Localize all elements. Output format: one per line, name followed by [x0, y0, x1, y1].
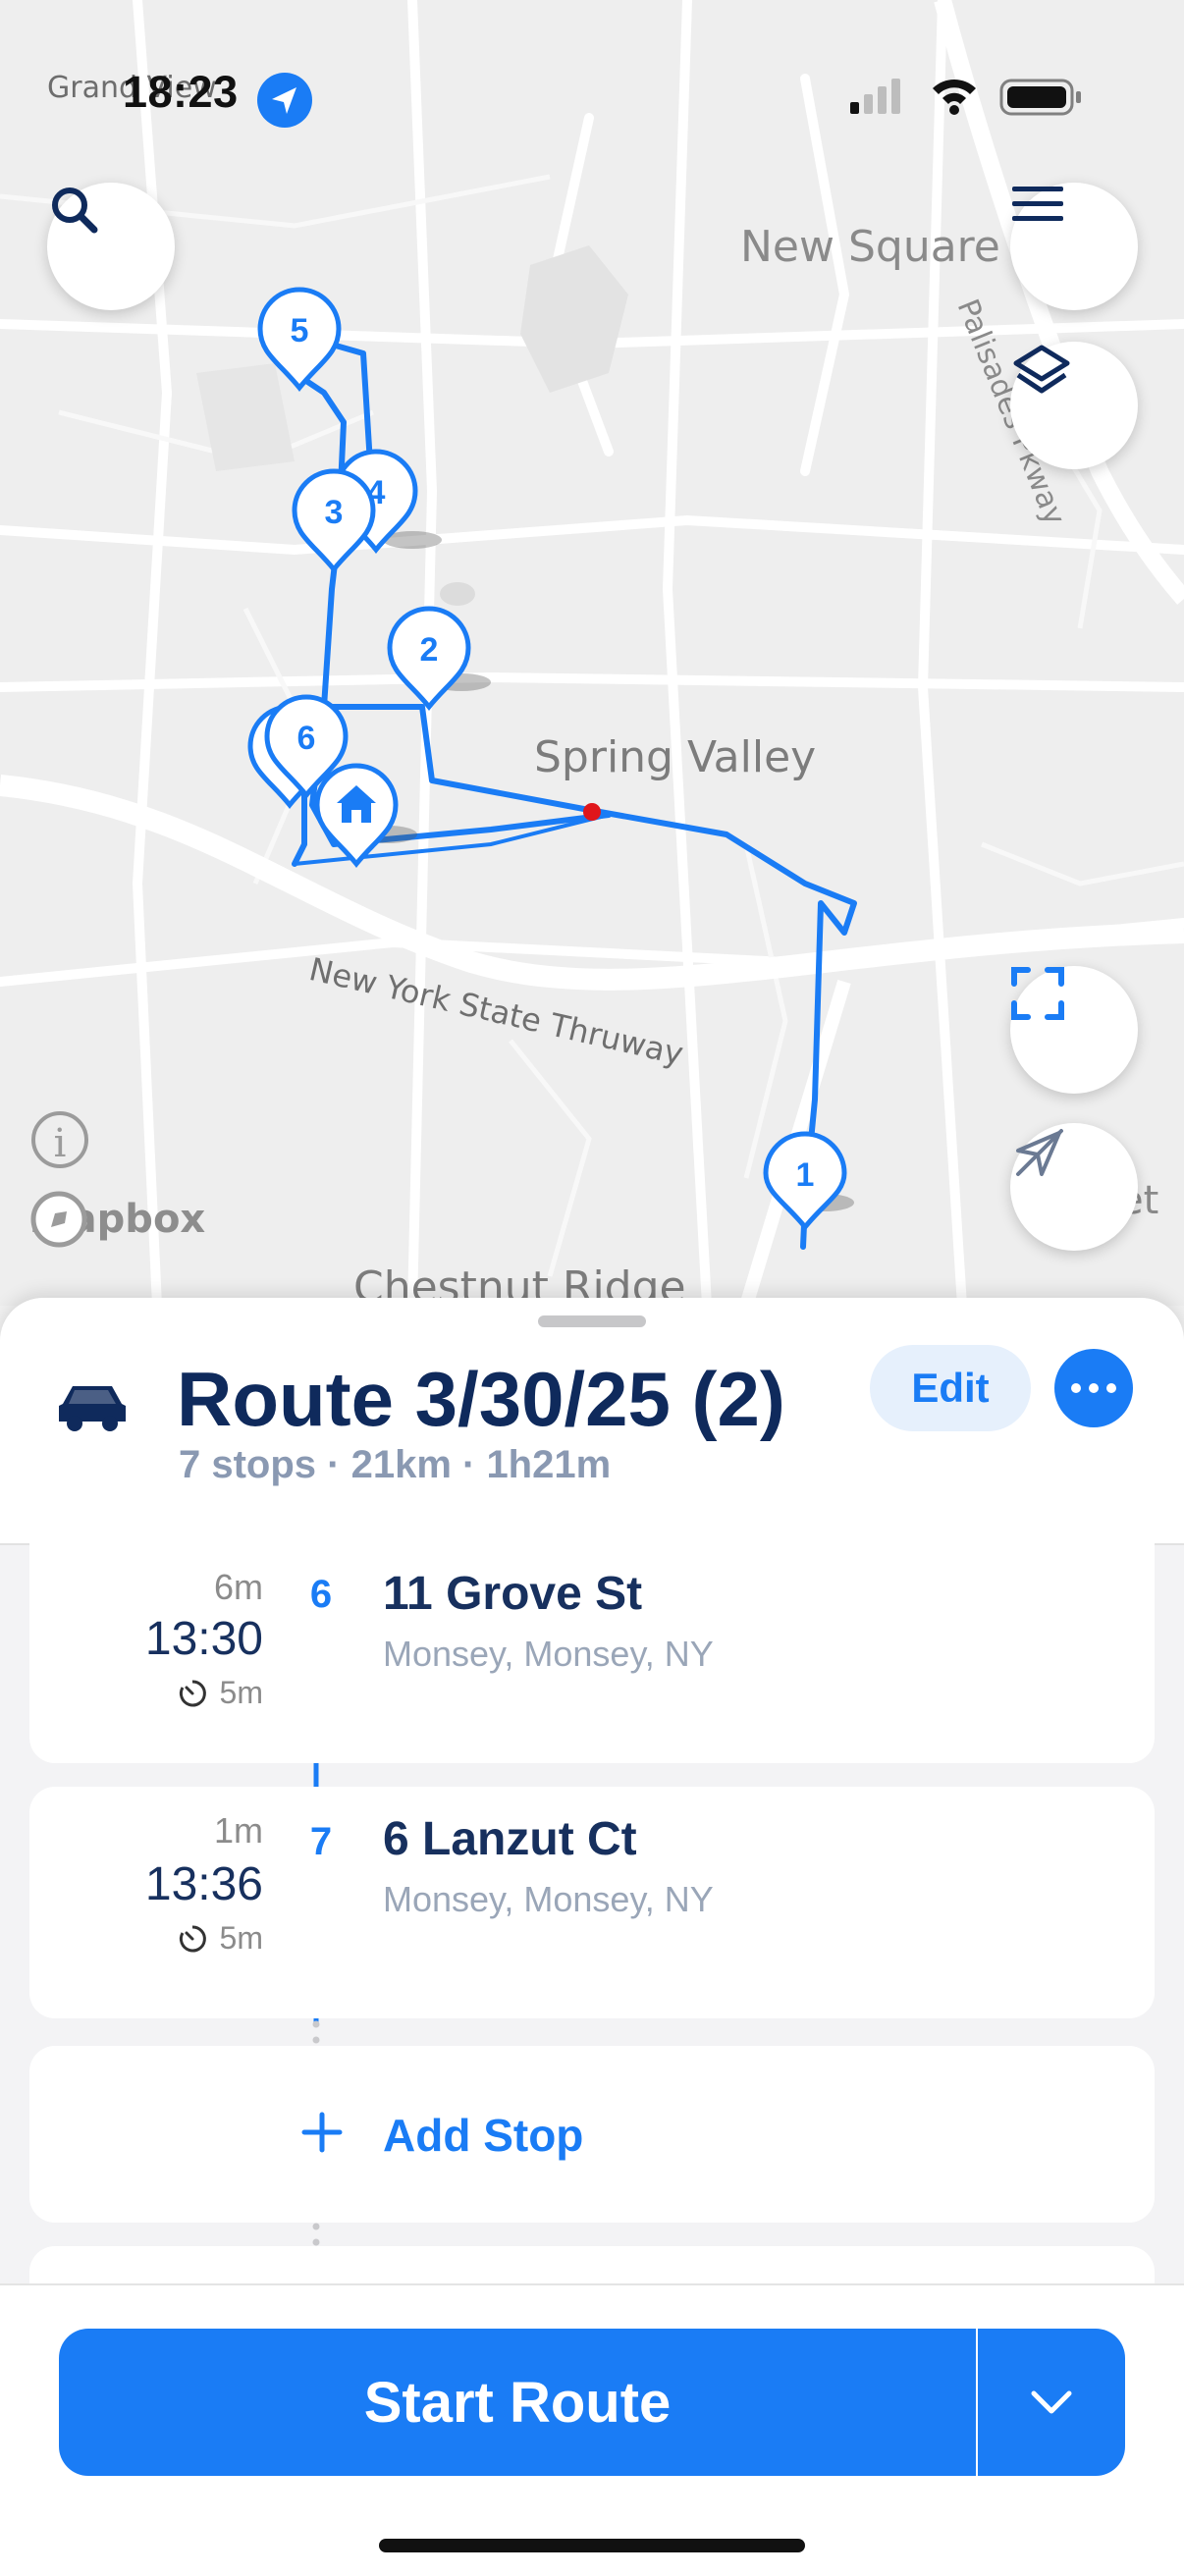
plus-icon	[301, 2112, 343, 2153]
status-time: 18:23	[123, 67, 239, 117]
eta-time: 13:30	[144, 1613, 263, 1665]
edit-route-button[interactable]: Edit	[870, 1345, 1031, 1431]
service-time-label: 5m	[219, 1920, 263, 1956]
home-marker[interactable]	[314, 763, 399, 869]
stop-card-6[interactable]: 6m 13:30 5m 6 11 Grove St Monsey, Monsey…	[29, 1543, 1155, 1763]
add-stop-card[interactable]: Add Stop	[29, 2046, 1155, 2223]
service-time: 5m	[177, 1920, 263, 1957]
drive-time: 6m	[213, 1567, 263, 1607]
start-options-dropdown[interactable]	[978, 2329, 1125, 2476]
status-bar: 18:23	[0, 0, 1184, 196]
stop-marker-label: 5	[291, 312, 309, 349]
stop-marker-label: 6	[297, 720, 316, 757]
recenter-button[interactable]	[1010, 1123, 1138, 1251]
route-summary: 7 stops · 21km · 1h21m	[179, 1443, 612, 1486]
menu-button[interactable]	[1010, 183, 1138, 310]
stop-marker-label: 1	[796, 1156, 815, 1194]
stop-address: Monsey, Monsey, NY	[383, 1879, 714, 1919]
map-label-spring-valley: Spring Valley	[534, 732, 817, 782]
drive-time: 1m	[213, 1810, 263, 1851]
route-header: Route 3/30/25 (2) 7 stops · 21km · 1h21m…	[0, 1298, 1184, 1545]
stop-card-7[interactable]: 1m 13:36 5m 7 6 Lanzut Ct Monsey, Monsey…	[29, 1787, 1155, 2018]
battery-icon	[999, 79, 1081, 116]
sheet-grabber[interactable]	[538, 1315, 646, 1327]
stop-number: 6	[296, 1573, 346, 1617]
map-label-new-square: New Square	[740, 222, 1000, 272]
timer-icon	[179, 1924, 206, 1952]
fit-route-button[interactable]	[1010, 966, 1138, 1094]
more-options-button[interactable]	[1054, 1349, 1133, 1427]
footer-bar: Start Route	[0, 2283, 1184, 2576]
stop-number: 7	[296, 1820, 346, 1864]
eta-time: 13:36	[144, 1858, 263, 1910]
stop-marker-3[interactable]: 3	[292, 468, 376, 574]
service-time-label: 5m	[219, 1675, 263, 1710]
stop-title: 11 Grove St	[383, 1568, 643, 1620]
location-services-icon	[257, 73, 312, 128]
start-route-button[interactable]: Start Route	[59, 2329, 976, 2476]
add-stop-label: Add Stop	[383, 2110, 584, 2161]
search-button[interactable]	[47, 183, 175, 310]
stop-marker-label: 3	[325, 494, 344, 531]
wifi-icon	[933, 80, 976, 115]
mapbox-logo: mapbox	[29, 1190, 205, 1249]
attribution-info-icon[interactable]: i	[31, 1111, 88, 1168]
route-title: Route 3/30/25 (2)	[177, 1356, 785, 1442]
service-time: 5m	[177, 1675, 263, 1711]
cellular-icon	[850, 79, 900, 114]
stop-marker-2[interactable]: 2	[387, 606, 471, 712]
car-icon	[59, 1386, 126, 1431]
timer-icon	[179, 1679, 206, 1706]
recenter-icon	[1016, 1129, 1063, 1176]
stop-marker-label: 2	[420, 631, 439, 669]
more-icon	[1071, 1383, 1116, 1393]
map-layers-button[interactable]	[1010, 342, 1138, 469]
stop-address: Monsey, Monsey, NY	[383, 1634, 714, 1674]
expand-icon	[1011, 967, 1064, 1020]
layers-icon	[1013, 345, 1070, 394]
status-icons	[850, 79, 1081, 116]
home-indicator[interactable]	[379, 2539, 805, 2552]
mapbox-mark-icon	[30, 1191, 87, 1248]
stop-title: 6 Lanzut Ct	[383, 1813, 637, 1865]
chevron-down-icon	[1031, 2390, 1072, 2414]
